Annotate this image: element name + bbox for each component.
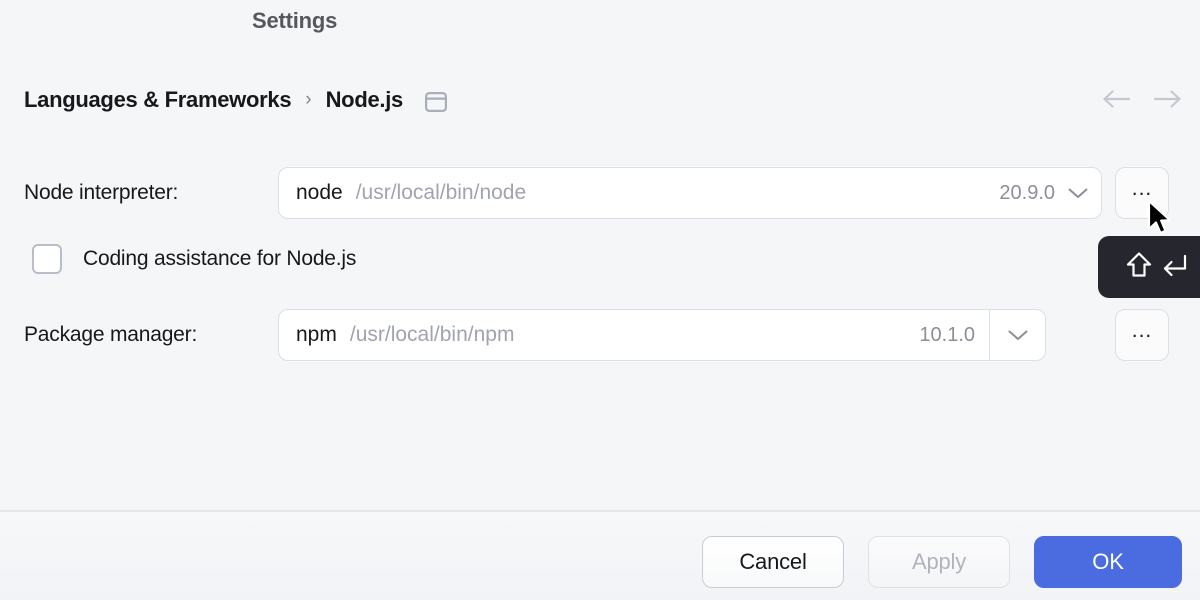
chevron-down-icon[interactable] — [1055, 186, 1101, 200]
coding-assistance-row[interactable]: Coding assistance for Node.js — [32, 244, 356, 274]
node-interpreter-path: /usr/local/bin/node — [355, 181, 527, 204]
enter-key-icon — [1159, 250, 1189, 285]
package-manager-name: npm — [296, 323, 337, 346]
node-interpreter-label: Node interpreter: — [24, 181, 179, 204]
panel-icon[interactable] — [424, 92, 447, 112]
node-interpreter-combo[interactable]: node /usr/local/bin/node 20.9.0 — [278, 167, 1102, 219]
node-interpreter-name: node — [296, 181, 343, 204]
package-manager-label: Package manager: — [24, 323, 198, 346]
shift-key-icon — [1125, 250, 1153, 285]
breadcrumb-current: Node.js — [325, 87, 404, 112]
package-manager-version: 10.1.0 — [919, 323, 975, 346]
breadcrumb: Languages & Frameworks › Node.js — [24, 82, 447, 118]
coding-assistance-checkbox[interactable] — [32, 244, 62, 274]
shortcut-tooltip — [1098, 236, 1200, 298]
footer-buttons: Cancel Apply OK — [702, 535, 1182, 588]
breadcrumb-root[interactable]: Languages & Frameworks — [24, 87, 292, 113]
chevron-down-icon[interactable] — [989, 310, 1045, 360]
apply-button: Apply — [868, 535, 1010, 588]
package-manager-browse-button[interactable]: ... — [1115, 309, 1169, 361]
coding-assistance-label: Coding assistance for Node.js — [83, 247, 357, 270]
ok-button[interactable]: OK — [1034, 535, 1182, 588]
breadcrumb-separator-icon: › — [305, 88, 312, 110]
node-interpreter-version: 20.9.0 — [999, 181, 1055, 204]
settings-dialog: Settings Languages & Frameworks › Node.j… — [0, 0, 1200, 600]
title-bar: Settings — [0, 0, 1200, 48]
cancel-button[interactable]: Cancel — [702, 535, 844, 588]
arrow-left-icon[interactable] — [1102, 84, 1132, 114]
window-title: Settings — [252, 8, 338, 33]
dialog-footer: Cancel Apply OK — [0, 511, 1200, 600]
package-manager-combo[interactable]: npm /usr/local/bin/npm 10.1.0 — [278, 309, 1046, 361]
node-interpreter-browse-button[interactable]: ... — [1115, 167, 1169, 219]
navigation-arrows — [1102, 84, 1182, 114]
arrow-right-icon[interactable] — [1152, 84, 1182, 114]
package-manager-path: /usr/local/bin/npm — [349, 323, 515, 346]
